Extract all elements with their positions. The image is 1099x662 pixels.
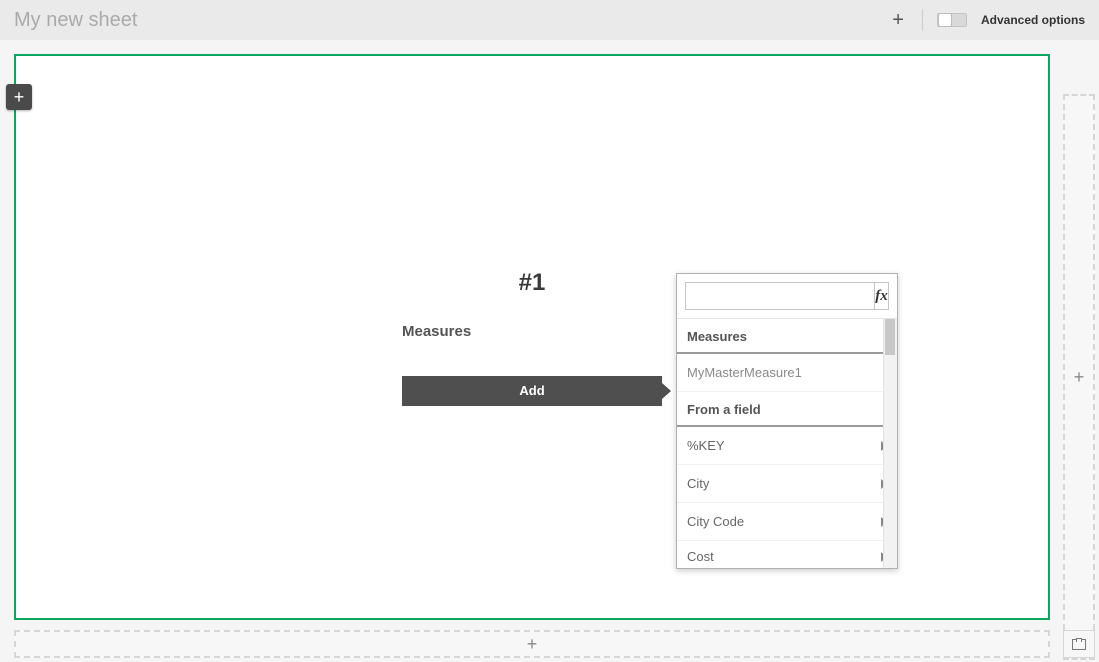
measure-picker-popup: fx Measures MyMasterMeasure1 From a fiel… xyxy=(676,273,898,569)
add-measure-button[interactable]: Add xyxy=(402,376,662,406)
plus-icon: + xyxy=(14,87,25,108)
fx-expression-button[interactable]: fx xyxy=(874,282,889,310)
measures-heading: Measures xyxy=(402,323,662,340)
plus-icon: + xyxy=(1074,367,1085,388)
sheet-title[interactable]: My new sheet xyxy=(8,9,137,32)
field-item[interactable]: %KEY xyxy=(677,427,897,465)
picker-body: Measures MyMasterMeasure1 From a field %… xyxy=(677,319,897,568)
grid-icon xyxy=(1072,639,1086,650)
divider xyxy=(922,9,923,31)
add-sheet-plus-icon[interactable]: + xyxy=(888,10,908,30)
picker-search-input[interactable] xyxy=(685,282,874,310)
topbar: My new sheet + Advanced options xyxy=(0,0,1099,40)
list-item-label: City xyxy=(687,476,709,491)
advanced-options-label: Advanced options xyxy=(981,13,1091,27)
toggle-knob xyxy=(938,13,952,27)
plus-icon: + xyxy=(527,634,538,655)
insert-object-handle[interactable]: + xyxy=(6,84,32,110)
advanced-options-toggle[interactable] xyxy=(937,13,967,27)
placeholder-index: #1 xyxy=(402,269,662,297)
list-item-label: MyMasterMeasure1 xyxy=(687,365,802,380)
bottom-right-cell-button[interactable] xyxy=(1063,630,1095,658)
add-column-strip[interactable]: + xyxy=(1063,94,1095,660)
list-item-label: %KEY xyxy=(687,438,725,453)
picker-scrollbar[interactable] xyxy=(883,319,897,568)
section-header-measures: Measures xyxy=(677,319,897,354)
topbar-right: + Advanced options xyxy=(888,9,1091,31)
editor-surface: #1 Measures Add + + + fx Measures MyMast… xyxy=(0,40,1099,662)
list-item-label: City Code xyxy=(687,514,744,529)
master-measure-item[interactable]: MyMasterMeasure1 xyxy=(677,354,897,392)
section-header-from-field: From a field xyxy=(677,392,897,427)
list-item-label: Cost xyxy=(687,549,714,564)
scrollbar-thumb[interactable] xyxy=(885,319,895,355)
field-item[interactable]: City Code xyxy=(677,503,897,541)
picker-search-row: fx xyxy=(677,274,897,319)
field-item[interactable]: City xyxy=(677,465,897,503)
field-item[interactable]: Cost xyxy=(677,541,897,568)
add-row-strip[interactable]: + xyxy=(14,630,1050,658)
picker-scroll-area[interactable]: Measures MyMasterMeasure1 From a field %… xyxy=(677,319,897,568)
